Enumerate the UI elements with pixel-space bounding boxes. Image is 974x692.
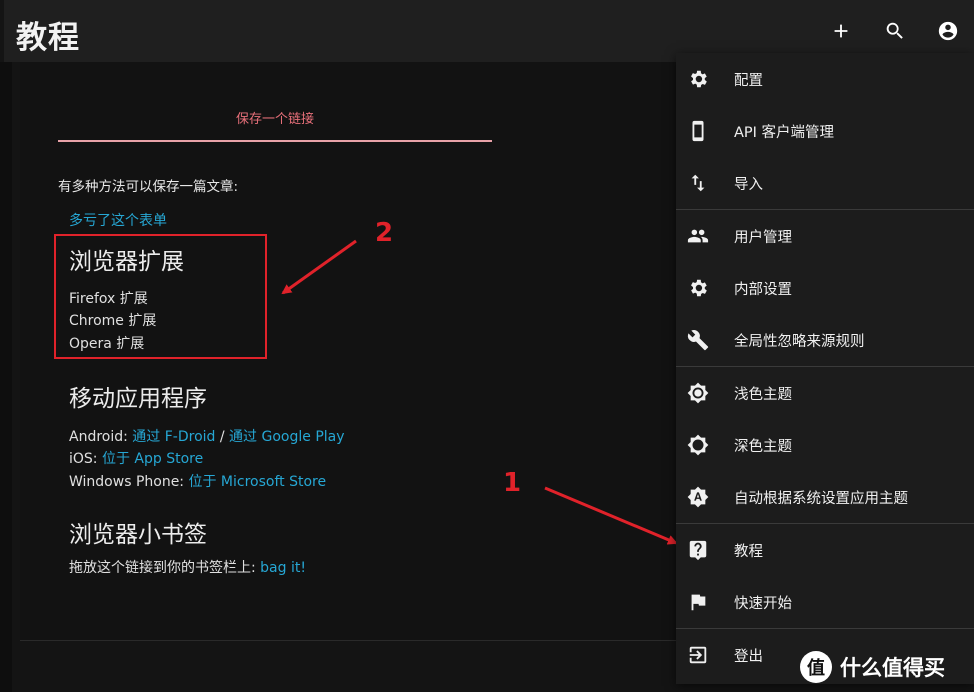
- menu-item-label: 快速开始: [734, 595, 792, 612]
- menu-item-label: 登出: [734, 648, 763, 665]
- brightness-light-icon: [686, 381, 710, 405]
- brightness-auto-icon: [686, 485, 710, 509]
- menu-item-dark-theme[interactable]: 深色主题: [676, 419, 974, 471]
- gear-icon: [686, 276, 710, 300]
- menu-item-import[interactable]: 导入: [676, 157, 974, 209]
- gear-icon: [686, 67, 710, 91]
- wrench-icon: [686, 328, 710, 352]
- menu-item-light-theme[interactable]: 浅色主题: [676, 367, 974, 419]
- menu-item-label: 导入: [734, 176, 763, 193]
- people-icon: [686, 224, 710, 248]
- arrow-1: [544, 486, 678, 545]
- phone-icon: [686, 119, 710, 143]
- menu-item-label: 深色主题: [734, 438, 792, 455]
- menu-item-label: 自动根据系统设置应用主题: [734, 490, 908, 507]
- menu-item-api-clients[interactable]: API 客户端管理: [676, 105, 974, 157]
- menu-item-auto-theme[interactable]: 自动根据系统设置应用主题: [676, 471, 974, 523]
- menu-item-internal-settings[interactable]: 内部设置: [676, 262, 974, 314]
- logout-icon: [686, 643, 710, 667]
- watermark-text: 什么值得买: [840, 656, 945, 680]
- menu-item-label: 内部设置: [734, 281, 792, 298]
- import-arrows-icon: [686, 171, 710, 195]
- menu-item-label: 教程: [734, 543, 763, 560]
- menu-item-label: API 客户端管理: [734, 124, 835, 141]
- account-dropdown-menu: 配置 API 客户端管理 导入 用户管理 内部设置 全局性忽略来源规则 浅色主题…: [676, 53, 974, 684]
- flag-icon: [686, 590, 710, 614]
- watermark: 值 什么值得买: [800, 650, 945, 684]
- menu-item-label: 全局性忽略来源规则: [734, 333, 865, 350]
- menu-item-config[interactable]: 配置: [676, 53, 974, 105]
- menu-item-quickstart[interactable]: 快速开始: [676, 576, 974, 628]
- help-icon: [686, 538, 710, 562]
- menu-item-ignore-origin-rules[interactable]: 全局性忽略来源规则: [676, 314, 974, 366]
- menu-item-label: 配置: [734, 72, 763, 89]
- brightness-dark-icon: [686, 433, 710, 457]
- arrow-2: [281, 239, 357, 295]
- menu-item-label: 用户管理: [734, 229, 792, 246]
- menu-item-label: 浅色主题: [734, 386, 792, 403]
- watermark-logo: 值: [800, 651, 832, 683]
- menu-item-tutorial[interactable]: 教程: [676, 524, 974, 576]
- menu-item-user-management[interactable]: 用户管理: [676, 210, 974, 262]
